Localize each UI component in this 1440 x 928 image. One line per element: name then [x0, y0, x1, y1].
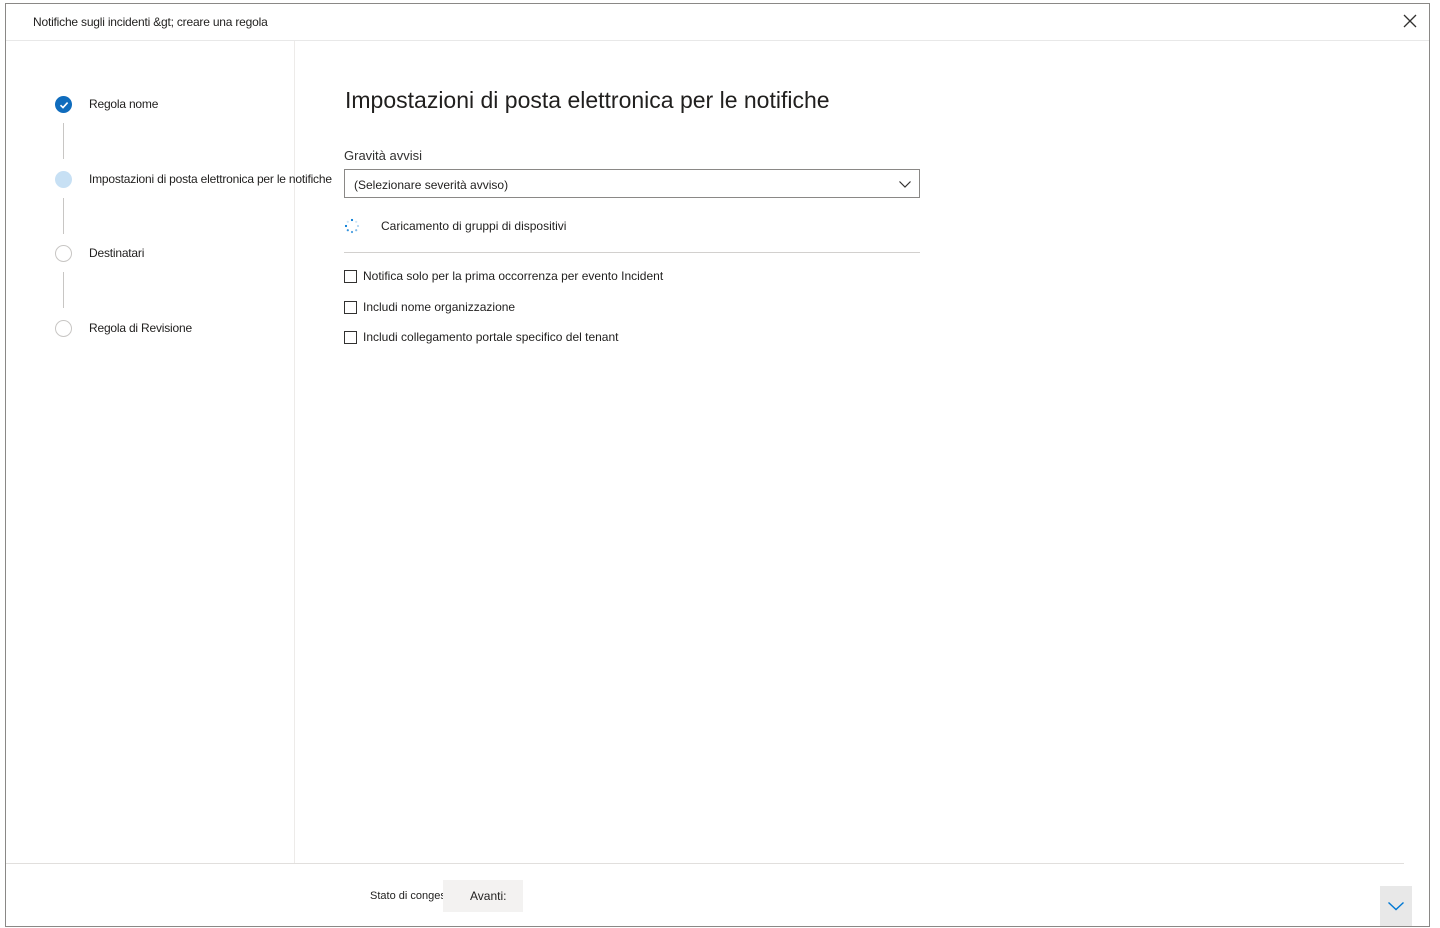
scroll-down-button[interactable] [1380, 886, 1412, 926]
step-label: Regola nome [89, 97, 159, 111]
page-title: Impostazioni di posta elettronica per le… [345, 87, 830, 113]
checkbox[interactable] [344, 331, 357, 344]
chevron-down-icon [899, 181, 911, 188]
close-icon [1403, 14, 1417, 28]
checkbox[interactable] [344, 301, 357, 314]
step-connector [63, 123, 64, 159]
severity-dropdown-value: (Selezionare severità avviso) [354, 178, 509, 192]
step-connector [63, 272, 64, 308]
step-label: Regola di Revisione [89, 321, 192, 335]
close-button[interactable] [1399, 10, 1421, 32]
device-groups-loading: Caricamento di gruppi di dispositivi [344, 216, 920, 238]
checkbox-label: Notifica solo per la prima occorrenza pe… [363, 269, 664, 283]
step-pending-icon [55, 245, 72, 262]
step-label: Impostazioni di posta elettronica per le… [89, 172, 332, 186]
step-current-icon [55, 171, 72, 188]
step-connector [63, 198, 64, 234]
spinner-icon [344, 218, 360, 234]
step-completed-icon [55, 96, 72, 113]
title-bar: Notifiche sugli incidenti &gt; creare un… [6, 4, 1429, 41]
checkbox-label: Includi nome organizzazione [363, 300, 516, 314]
checkbox-label: Includi collegamento portale specifico d… [363, 330, 619, 344]
footer: Stato di congestione Avanti: [6, 864, 1429, 926]
wizard-panel: Notifiche sugli incidenti &gt; creare un… [5, 3, 1430, 927]
loading-text: Caricamento di gruppi di dispositivi [381, 219, 567, 233]
severity-dropdown[interactable]: (Selezionare severità avviso) [344, 169, 920, 198]
wizard-steps-nav: Regola nome Impostazioni di posta elettr… [6, 41, 332, 863]
checkbox[interactable] [344, 270, 357, 283]
chevron-down-icon [1388, 901, 1404, 911]
severity-label: Gravità avvisi [344, 148, 423, 163]
window-title: Notifiche sugli incidenti &gt; creare un… [33, 15, 268, 29]
step-pending-icon [55, 320, 72, 337]
section-divider [344, 252, 920, 253]
next-button[interactable]: Avanti: [443, 880, 523, 912]
step-label: Destinatari [89, 246, 145, 260]
